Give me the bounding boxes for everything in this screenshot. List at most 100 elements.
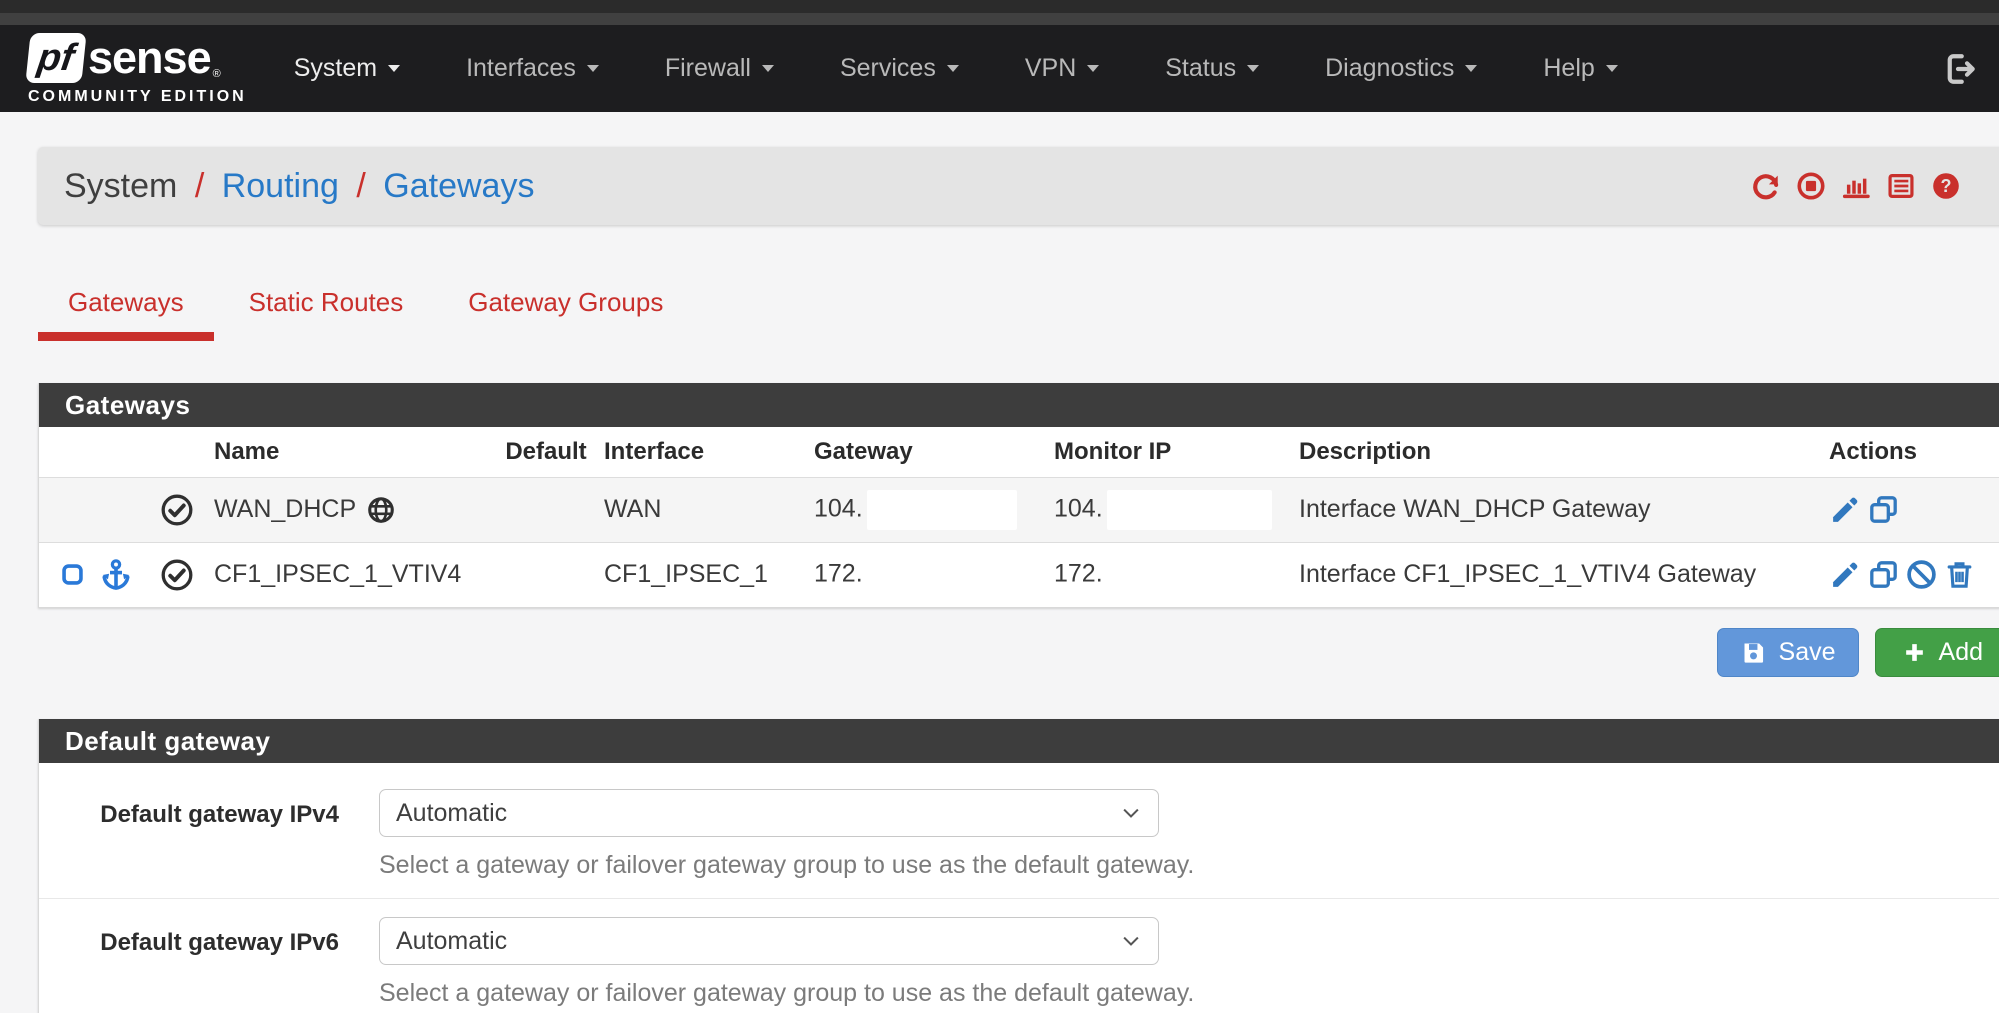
save-button[interactable]: Save bbox=[1717, 628, 1859, 677]
field-default-gateway-ipv4: Default gateway IPv4 Automatic Select a … bbox=[39, 763, 1999, 898]
community-edition-label: COMMUNITY EDITION bbox=[28, 88, 247, 106]
edit-icon[interactable] bbox=[1829, 558, 1862, 591]
table-header-row: Name Default Interface Gateway Monitor I… bbox=[39, 427, 1999, 477]
save-button-label: Save bbox=[1779, 638, 1836, 667]
column-monitor-ip: Monitor IP bbox=[1046, 427, 1291, 477]
chevron-down-icon bbox=[1120, 930, 1142, 952]
help-icon[interactable]: ? bbox=[1930, 170, 1962, 202]
list-icon[interactable] bbox=[1885, 170, 1917, 202]
chevron-down-icon bbox=[388, 65, 400, 72]
menu-item-interfaces[interactable]: Interfaces bbox=[433, 25, 632, 112]
menu-item-services[interactable]: Services bbox=[807, 25, 992, 112]
field-label: Default gateway IPv4 bbox=[39, 789, 339, 880]
pfsense-logo-text: sense bbox=[88, 32, 211, 84]
menu-item-system[interactable]: System bbox=[261, 25, 433, 112]
plus-icon bbox=[1902, 640, 1927, 665]
field-help-text: Select a gateway or failover gateway gro… bbox=[379, 979, 1194, 1008]
menu-item-vpn[interactable]: VPN bbox=[992, 25, 1132, 112]
monitor-ip: 104. bbox=[1054, 494, 1103, 522]
column-default: Default bbox=[496, 427, 596, 477]
save-icon bbox=[1740, 639, 1767, 666]
table-row: CF1_IPSEC_1_VTIV4 CF1_IPSEC_1 172. 172. … bbox=[39, 542, 1999, 607]
tab-gateway-groups[interactable]: Gateway Groups bbox=[438, 277, 693, 341]
chevron-down-icon bbox=[762, 65, 774, 72]
column-description: Description bbox=[1291, 427, 1821, 477]
check-circle-icon bbox=[159, 492, 195, 528]
breadcrumb-section: System bbox=[64, 167, 177, 205]
row-actions bbox=[1829, 558, 1999, 591]
redacted-ip bbox=[867, 555, 1017, 595]
add-button[interactable]: Add bbox=[1875, 628, 1999, 677]
menu-item-diagnostics[interactable]: Diagnostics bbox=[1292, 25, 1510, 112]
breadcrumb-link-gateways[interactable]: Gateways bbox=[383, 167, 534, 205]
chevron-down-icon bbox=[1120, 802, 1142, 824]
breadcrumb-link-routing[interactable]: Routing bbox=[222, 167, 339, 205]
breadcrumb-toolbar: ? bbox=[1750, 170, 1962, 202]
tab-gateways[interactable]: Gateways bbox=[38, 277, 214, 341]
gateways-table: Name Default Interface Gateway Monitor I… bbox=[39, 427, 1999, 607]
svg-text:?: ? bbox=[1941, 176, 1952, 196]
chevron-down-icon bbox=[1087, 65, 1099, 72]
tab-static-routes[interactable]: Static Routes bbox=[219, 277, 434, 341]
default-gateway-panel-title: Default gateway bbox=[39, 719, 1999, 763]
gateways-panel: Gateways Name Default Interface Gateway … bbox=[38, 383, 1999, 608]
registered-mark: ® bbox=[213, 68, 221, 80]
gateway-address: 104. bbox=[814, 494, 863, 522]
menu-label: Services bbox=[840, 54, 936, 83]
stop-circle-icon[interactable] bbox=[1795, 170, 1827, 202]
column-interface: Interface bbox=[596, 427, 806, 477]
gateways-panel-title: Gateways bbox=[39, 383, 1999, 427]
breadcrumb: System / Routing / Gateways bbox=[38, 147, 1999, 225]
gateway-description: Interface WAN_DHCP Gateway bbox=[1291, 477, 1821, 542]
menu-item-status[interactable]: Status bbox=[1132, 25, 1292, 112]
redacted-ip bbox=[1107, 490, 1272, 530]
edit-icon[interactable] bbox=[1829, 493, 1862, 526]
breadcrumb-separator: / bbox=[348, 167, 373, 205]
refresh-icon[interactable] bbox=[1750, 170, 1782, 202]
copy-icon[interactable] bbox=[1867, 493, 1900, 526]
redacted-ip bbox=[867, 490, 1017, 530]
default-gateway-ipv6-select[interactable]: Automatic bbox=[379, 917, 1159, 965]
gateway-interface: CF1_IPSEC_1 bbox=[596, 542, 806, 607]
form-actions: Save Add bbox=[38, 628, 1999, 677]
trash-icon[interactable] bbox=[1943, 558, 1976, 591]
menu-item-firewall[interactable]: Firewall bbox=[632, 25, 807, 112]
ban-icon[interactable] bbox=[1905, 558, 1938, 591]
breadcrumb-separator: / bbox=[187, 167, 212, 205]
menu-item-help[interactable]: Help bbox=[1510, 25, 1650, 112]
bar-chart-icon[interactable] bbox=[1840, 170, 1872, 202]
anchor-icon[interactable] bbox=[98, 557, 134, 593]
checkbox-icon[interactable] bbox=[59, 561, 86, 588]
redacted-ip bbox=[1107, 555, 1272, 595]
main-menu: System Interfaces Firewall Services VPN … bbox=[261, 25, 1651, 112]
table-row: WAN_DHCP WAN 104. 104. Interface WAN_DHC… bbox=[39, 477, 1999, 542]
field-default-gateway-ipv6: Default gateway IPv6 Automatic Select a … bbox=[39, 898, 1999, 1013]
gateway-default bbox=[496, 477, 596, 542]
chevron-down-icon bbox=[1247, 65, 1259, 72]
add-button-label: Add bbox=[1939, 638, 1983, 667]
chevron-down-icon bbox=[1465, 65, 1477, 72]
default-gateway-panel: Default gateway Default gateway IPv4 Aut… bbox=[38, 719, 1999, 1013]
gateway-name: WAN_DHCP bbox=[214, 495, 356, 524]
tab-bar: Gateways Static Routes Gateway Groups bbox=[38, 277, 1999, 341]
check-circle-icon bbox=[159, 557, 195, 593]
copy-icon[interactable] bbox=[1867, 558, 1900, 591]
gateway-default bbox=[496, 542, 596, 607]
menu-label: Interfaces bbox=[466, 54, 576, 83]
column-name: Name bbox=[206, 427, 496, 477]
field-label: Default gateway IPv6 bbox=[39, 917, 339, 1008]
menu-label: Help bbox=[1543, 54, 1594, 83]
sign-out-icon bbox=[1943, 51, 1979, 87]
menu-label: VPN bbox=[1025, 54, 1076, 83]
default-gateway-ipv4-select[interactable]: Automatic bbox=[379, 789, 1159, 837]
menu-label: System bbox=[294, 54, 377, 83]
select-value: Automatic bbox=[396, 927, 507, 956]
chevron-down-icon bbox=[587, 65, 599, 72]
page-content: System / Routing / Gateways bbox=[38, 147, 1999, 1013]
column-gateway: Gateway bbox=[806, 427, 1046, 477]
chevron-down-icon bbox=[1606, 65, 1618, 72]
pfsense-logo[interactable]: pf sense ® COMMUNITY EDITION bbox=[28, 32, 247, 106]
window-title-strip bbox=[0, 13, 1999, 25]
logout-button[interactable] bbox=[1937, 45, 1985, 93]
row-actions bbox=[1829, 493, 1999, 526]
